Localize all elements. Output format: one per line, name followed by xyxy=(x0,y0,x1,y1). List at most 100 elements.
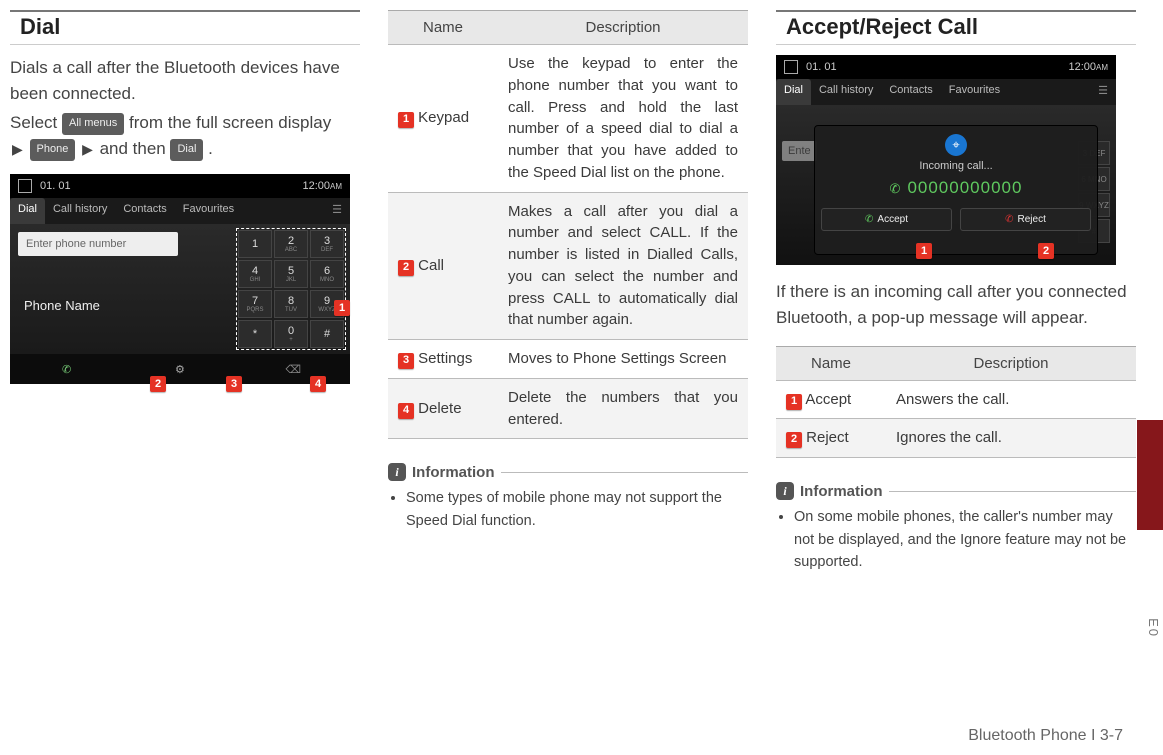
marker: 2 xyxy=(786,432,802,448)
keypad-key[interactable]: 2ABC xyxy=(274,230,308,258)
dial-para: Dials a call after the Bluetooth devices… xyxy=(10,55,360,108)
tabs: Dial Call history Contacts Favourites ☰ xyxy=(776,79,1116,105)
accept-button[interactable]: ✆Accept xyxy=(821,208,952,231)
status-date: 01. 01 xyxy=(806,61,837,73)
keypad-key[interactable]: 5JKL xyxy=(274,260,308,288)
popup-title: Incoming call... xyxy=(919,160,992,172)
bluetooth-icon: ⌖ xyxy=(945,134,967,156)
marker: 1 xyxy=(786,394,802,410)
accept-reject-heading: Accept/Reject Call xyxy=(776,10,1136,45)
keypad-key[interactable]: 4GHI xyxy=(238,260,272,288)
marker: 2 xyxy=(398,260,414,276)
info-bullet: Some types of mobile phone may not suppo… xyxy=(406,487,748,532)
cell: Call xyxy=(418,257,444,274)
info-label: Information xyxy=(412,464,495,481)
keypad-key[interactable]: 7PQRS xyxy=(238,290,272,318)
information-heading: i Information xyxy=(388,463,748,481)
info-icon: i xyxy=(388,463,406,481)
cell: Delete xyxy=(418,400,461,417)
home-icon[interactable] xyxy=(784,60,798,74)
th-desc: Description xyxy=(886,346,1136,380)
tab-favourites[interactable]: Favourites xyxy=(941,79,1008,105)
cell: Settings xyxy=(418,350,472,367)
bottom-bar: ✆ ⚙ ⌫ xyxy=(10,354,350,384)
page-footer: Bluetooth Phone I 3-7 xyxy=(968,727,1123,745)
home-icon[interactable] xyxy=(18,179,32,193)
cell: Accept xyxy=(805,391,851,408)
keypad[interactable]: 12ABC3DEF4GHI5JKL6MNO7PQRS8TUV9WXYZ*0+# xyxy=(232,224,350,354)
marker-2: 2 xyxy=(150,376,166,392)
info-icon: i xyxy=(776,482,794,500)
marker-4: 4 xyxy=(310,376,326,392)
tab-favourites[interactable]: Favourites xyxy=(175,198,242,224)
incoming-call-popup: ⌖ Incoming call... ✆00000000000 ✆Accept … xyxy=(814,125,1098,255)
table-row: 3 Settings Moves to Phone Settings Scree… xyxy=(388,340,748,379)
tab-contacts[interactable]: Contacts xyxy=(881,79,940,105)
marker: 3 xyxy=(398,353,414,369)
tab-dial[interactable]: Dial xyxy=(10,198,45,224)
marker-1: 1 xyxy=(916,243,932,259)
all-menus-button[interactable]: All menus xyxy=(62,113,124,135)
dial-instructions: Select All menus from the full screen di… xyxy=(10,110,360,163)
call-icon[interactable]: ✆ xyxy=(10,354,123,384)
phone-icon: ✆ xyxy=(890,181,902,196)
tab-call-history[interactable]: Call history xyxy=(811,79,881,105)
status-date: 01. 01 xyxy=(40,180,71,192)
information-body: On some mobile phones, the caller's numb… xyxy=(776,506,1136,573)
dial-screen: 01. 01 12:00AM Dial Call history Contact… xyxy=(10,174,350,384)
keypad-key[interactable]: 0+ xyxy=(274,320,308,348)
dial-button[interactable]: Dial xyxy=(170,139,203,161)
table-row: 1 Accept Answers the call. xyxy=(776,380,1136,419)
delete-icon[interactable]: ⌫ xyxy=(237,354,350,384)
blurred-input: Ente xyxy=(782,141,817,161)
phone-button[interactable]: Phone xyxy=(30,139,76,161)
tab-contacts[interactable]: Contacts xyxy=(115,198,174,224)
th-name: Name xyxy=(776,346,886,380)
information-body: Some types of mobile phone may not suppo… xyxy=(388,487,748,532)
incoming-call-screen: 01. 01 12:00AM Dial Call history Contact… xyxy=(776,55,1116,265)
keypad-key[interactable]: 1 xyxy=(238,230,272,258)
cell: Delete the numbers that you entered. xyxy=(498,378,748,439)
tab-dial[interactable]: Dial xyxy=(776,79,811,105)
marker-2: 2 xyxy=(1038,243,1054,259)
arrow-icon: ▶ xyxy=(80,141,95,157)
keypad-key[interactable]: 6MNO xyxy=(310,260,344,288)
table-row: 1 Keypad Use the keypad to enter the pho… xyxy=(388,45,748,193)
tab-call-history[interactable]: Call history xyxy=(45,198,115,224)
cell: Moves to Phone Settings Screen xyxy=(498,340,748,379)
cell: Reject xyxy=(806,429,849,446)
status-bar: 01. 01 12:00AM xyxy=(10,174,350,198)
keypad-key[interactable]: # xyxy=(310,320,344,348)
keypad-key[interactable]: * xyxy=(238,320,272,348)
accept-reject-table: Name Description 1 Accept Answers the ca… xyxy=(776,346,1136,459)
menu-icon[interactable]: ☰ xyxy=(1090,79,1116,105)
arrow-icon: ▶ xyxy=(10,141,25,157)
marker: 4 xyxy=(398,403,414,419)
table-row: 4 Delete Delete the numbers that you ent… xyxy=(388,378,748,439)
cell: Keypad xyxy=(418,109,469,126)
keypad-key[interactable]: 8TUV xyxy=(274,290,308,318)
table-row: 2 Call Makes a call after you dial a num… xyxy=(388,192,748,340)
cell: Makes a call after you dial a number and… xyxy=(498,192,748,340)
status-time: 12:00AM xyxy=(1068,61,1108,73)
marker-3: 3 xyxy=(226,376,242,392)
menu-icon[interactable]: ☰ xyxy=(324,198,350,224)
phone-number-input[interactable]: Enter phone number xyxy=(18,232,178,256)
status-bar: 01. 01 12:00AM xyxy=(776,55,1116,79)
th-desc: Description xyxy=(498,11,748,45)
txt: . xyxy=(208,139,213,158)
table-row: 2 Reject Ignores the call. xyxy=(776,419,1136,458)
dial-table: Name Description 1 Keypad Use the keypad… xyxy=(388,10,748,439)
settings-icon[interactable]: ⚙ xyxy=(123,354,236,384)
info-label: Information xyxy=(800,483,883,500)
keypad-key[interactable]: 3DEF xyxy=(310,230,344,258)
dial-heading: Dial xyxy=(10,10,360,45)
txt: Select xyxy=(10,113,62,132)
reject-button[interactable]: ✆Reject xyxy=(960,208,1091,231)
marker: 1 xyxy=(398,112,414,128)
status-time: 12:00AM xyxy=(302,180,342,192)
reject-icon: ✆ xyxy=(1005,214,1013,225)
marker-1: 1 xyxy=(334,300,350,316)
phone-name-label: Phone Name xyxy=(18,298,224,313)
th-name: Name xyxy=(388,11,498,45)
